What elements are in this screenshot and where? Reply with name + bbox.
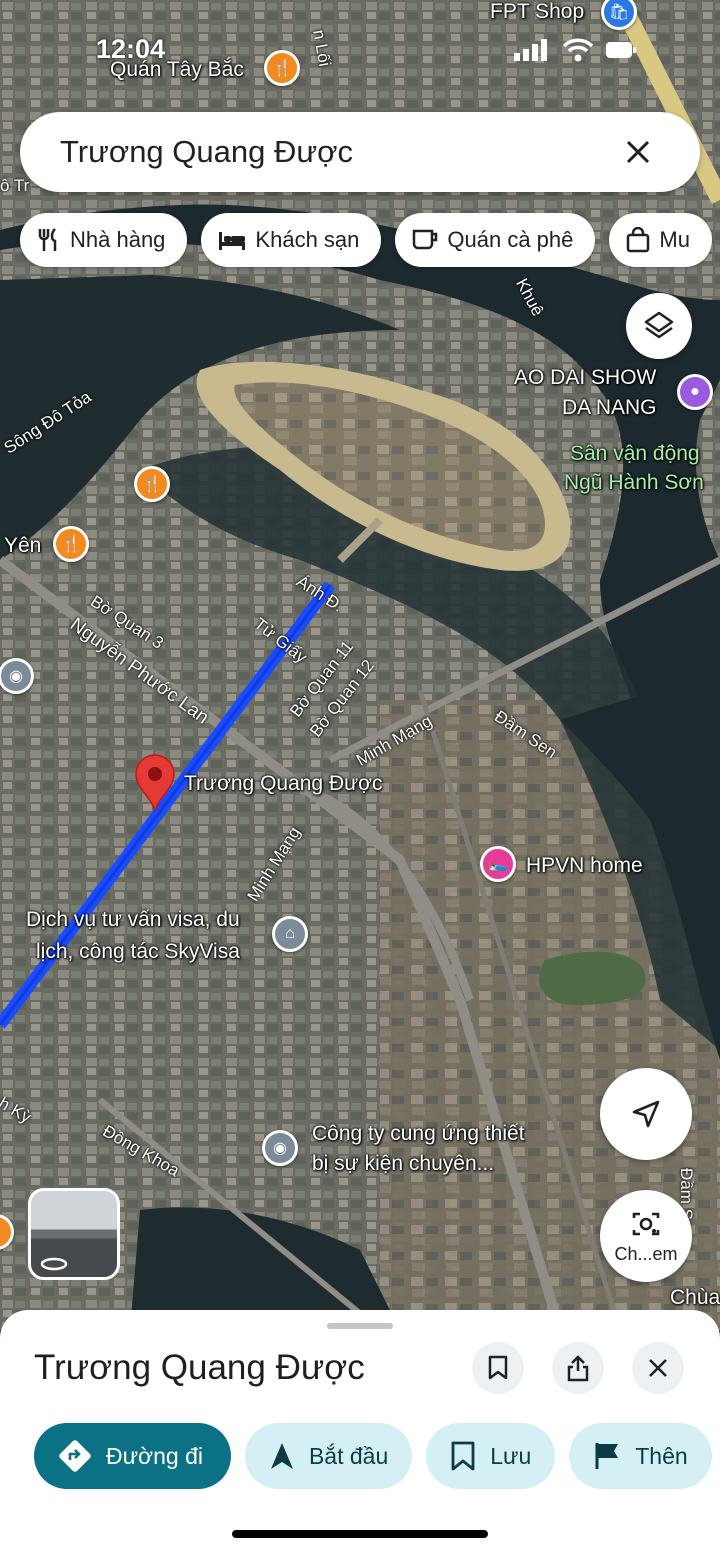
poi-label[interactable]: bị sự kiện chuyên... (312, 1152, 494, 1176)
bookmark-icon (451, 1441, 475, 1471)
action-label: Đường đi (106, 1442, 203, 1469)
chip-cafes[interactable]: Quán cà phê (395, 213, 596, 267)
selected-place-label[interactable]: Trương Quang Được (184, 772, 382, 796)
fork-knife-icon[interactable]: 🍴 (134, 466, 170, 502)
street-view-thumbnail[interactable] (28, 1188, 120, 1280)
search-bar[interactable]: Trương Quang Được (20, 112, 700, 192)
share-button[interactable] (552, 1342, 604, 1394)
chip-label: Khách sạn (255, 227, 360, 252)
camera-lens-icon (632, 1212, 660, 1235)
poi-label[interactable]: Chùa (670, 1286, 720, 1310)
lens-button[interactable]: Ch...em (600, 1190, 692, 1282)
poi-label[interactable]: Yên (4, 534, 41, 558)
add-label-button[interactable]: Thên (569, 1423, 712, 1489)
chip-hotels[interactable]: Khách sạn (201, 213, 382, 267)
coffee-icon (413, 229, 438, 250)
layers-icon (644, 311, 674, 339)
home-indicator[interactable] (232, 1530, 488, 1538)
chip-label: Nhà hàng (70, 227, 166, 252)
flag-icon (595, 1443, 619, 1469)
selected-location-pin-icon (135, 754, 175, 812)
poi-label[interactable]: lịch, công tác SkyVisa (36, 940, 240, 964)
chip-label: Mu (659, 227, 690, 252)
poi-label[interactable]: FPT Shop (490, 0, 584, 24)
directions-icon (59, 1440, 91, 1472)
poi-label[interactable]: Ngũ Hành Sơn (564, 471, 704, 495)
signal-icon (514, 39, 547, 61)
place-icon[interactable]: ◉ (262, 1130, 298, 1166)
poi-label[interactable]: AO DAI SHOW (514, 366, 656, 390)
lens-label: Ch...em (614, 1243, 678, 1264)
action-label: Lưu (490, 1442, 532, 1469)
status-icons (514, 38, 636, 62)
drag-handle[interactable] (327, 1323, 393, 1329)
theater-icon[interactable]: ● (677, 374, 713, 410)
clear-search-button[interactable] (616, 130, 660, 174)
street-label: ô Tr (0, 176, 30, 195)
place-title: Trương Quang Được (34, 1348, 365, 1387)
save-button[interactable] (472, 1342, 524, 1394)
directions-button[interactable]: Đường đi (34, 1423, 231, 1489)
poi-label[interactable]: Sân vận động (570, 442, 700, 466)
close-icon (649, 1359, 667, 1377)
start-button[interactable]: Bắt đầu (244, 1423, 413, 1489)
chip-shopping[interactable]: Mu (609, 213, 712, 267)
poi-label[interactable]: Công ty cung ứng thiết (312, 1122, 525, 1146)
hotel-icon[interactable]: 🛌 (480, 846, 516, 882)
bookmark-icon (488, 1355, 508, 1380)
wifi-icon (562, 38, 594, 62)
chip-restaurants[interactable]: Nhà hàng (20, 213, 188, 267)
shopping-bag-icon (627, 227, 650, 253)
bed-icon (219, 232, 246, 250)
poi-label[interactable]: DA NANG (562, 396, 657, 420)
battery-icon (606, 42, 636, 58)
fork-knife-icon[interactable]: 🍴 (53, 526, 89, 562)
government-building-icon[interactable]: ⌂ (272, 916, 308, 952)
share-icon (567, 1355, 589, 1382)
category-chips: Nhà hàng Khách sạn Quán cà phê Mu (20, 213, 712, 267)
fork-knife-icon (38, 228, 57, 251)
action-label: Bắt đầu (308, 1442, 389, 1469)
status-time: 12:04 (96, 34, 166, 64)
action-buttons: Đường đi Bắt đầu Lưu Thên (34, 1423, 712, 1489)
fork-knife-icon[interactable]: 🍴 (264, 50, 300, 86)
close-sheet-button[interactable] (632, 1342, 684, 1394)
my-location-button[interactable] (600, 1068, 692, 1160)
search-query[interactable]: Trương Quang Được (60, 134, 616, 170)
navigation-arrow-icon (270, 1443, 293, 1469)
poi-label[interactable]: HPVN home (526, 854, 643, 878)
rotate-360-icon (40, 1257, 68, 1271)
chip-label: Quán cà phê (447, 227, 574, 252)
poi-label[interactable]: Dịch vụ tư vấn visa, du (26, 908, 240, 932)
close-icon (626, 140, 650, 164)
save-action-button[interactable]: Lưu (426, 1423, 556, 1489)
navigation-arrow-icon (632, 1100, 660, 1128)
place-bottom-sheet: Trương Quang Được Đường đi Bắt đầu Lưu T… (0, 1310, 720, 1560)
action-label: Thên (635, 1442, 688, 1469)
layers-button[interactable] (626, 293, 692, 359)
